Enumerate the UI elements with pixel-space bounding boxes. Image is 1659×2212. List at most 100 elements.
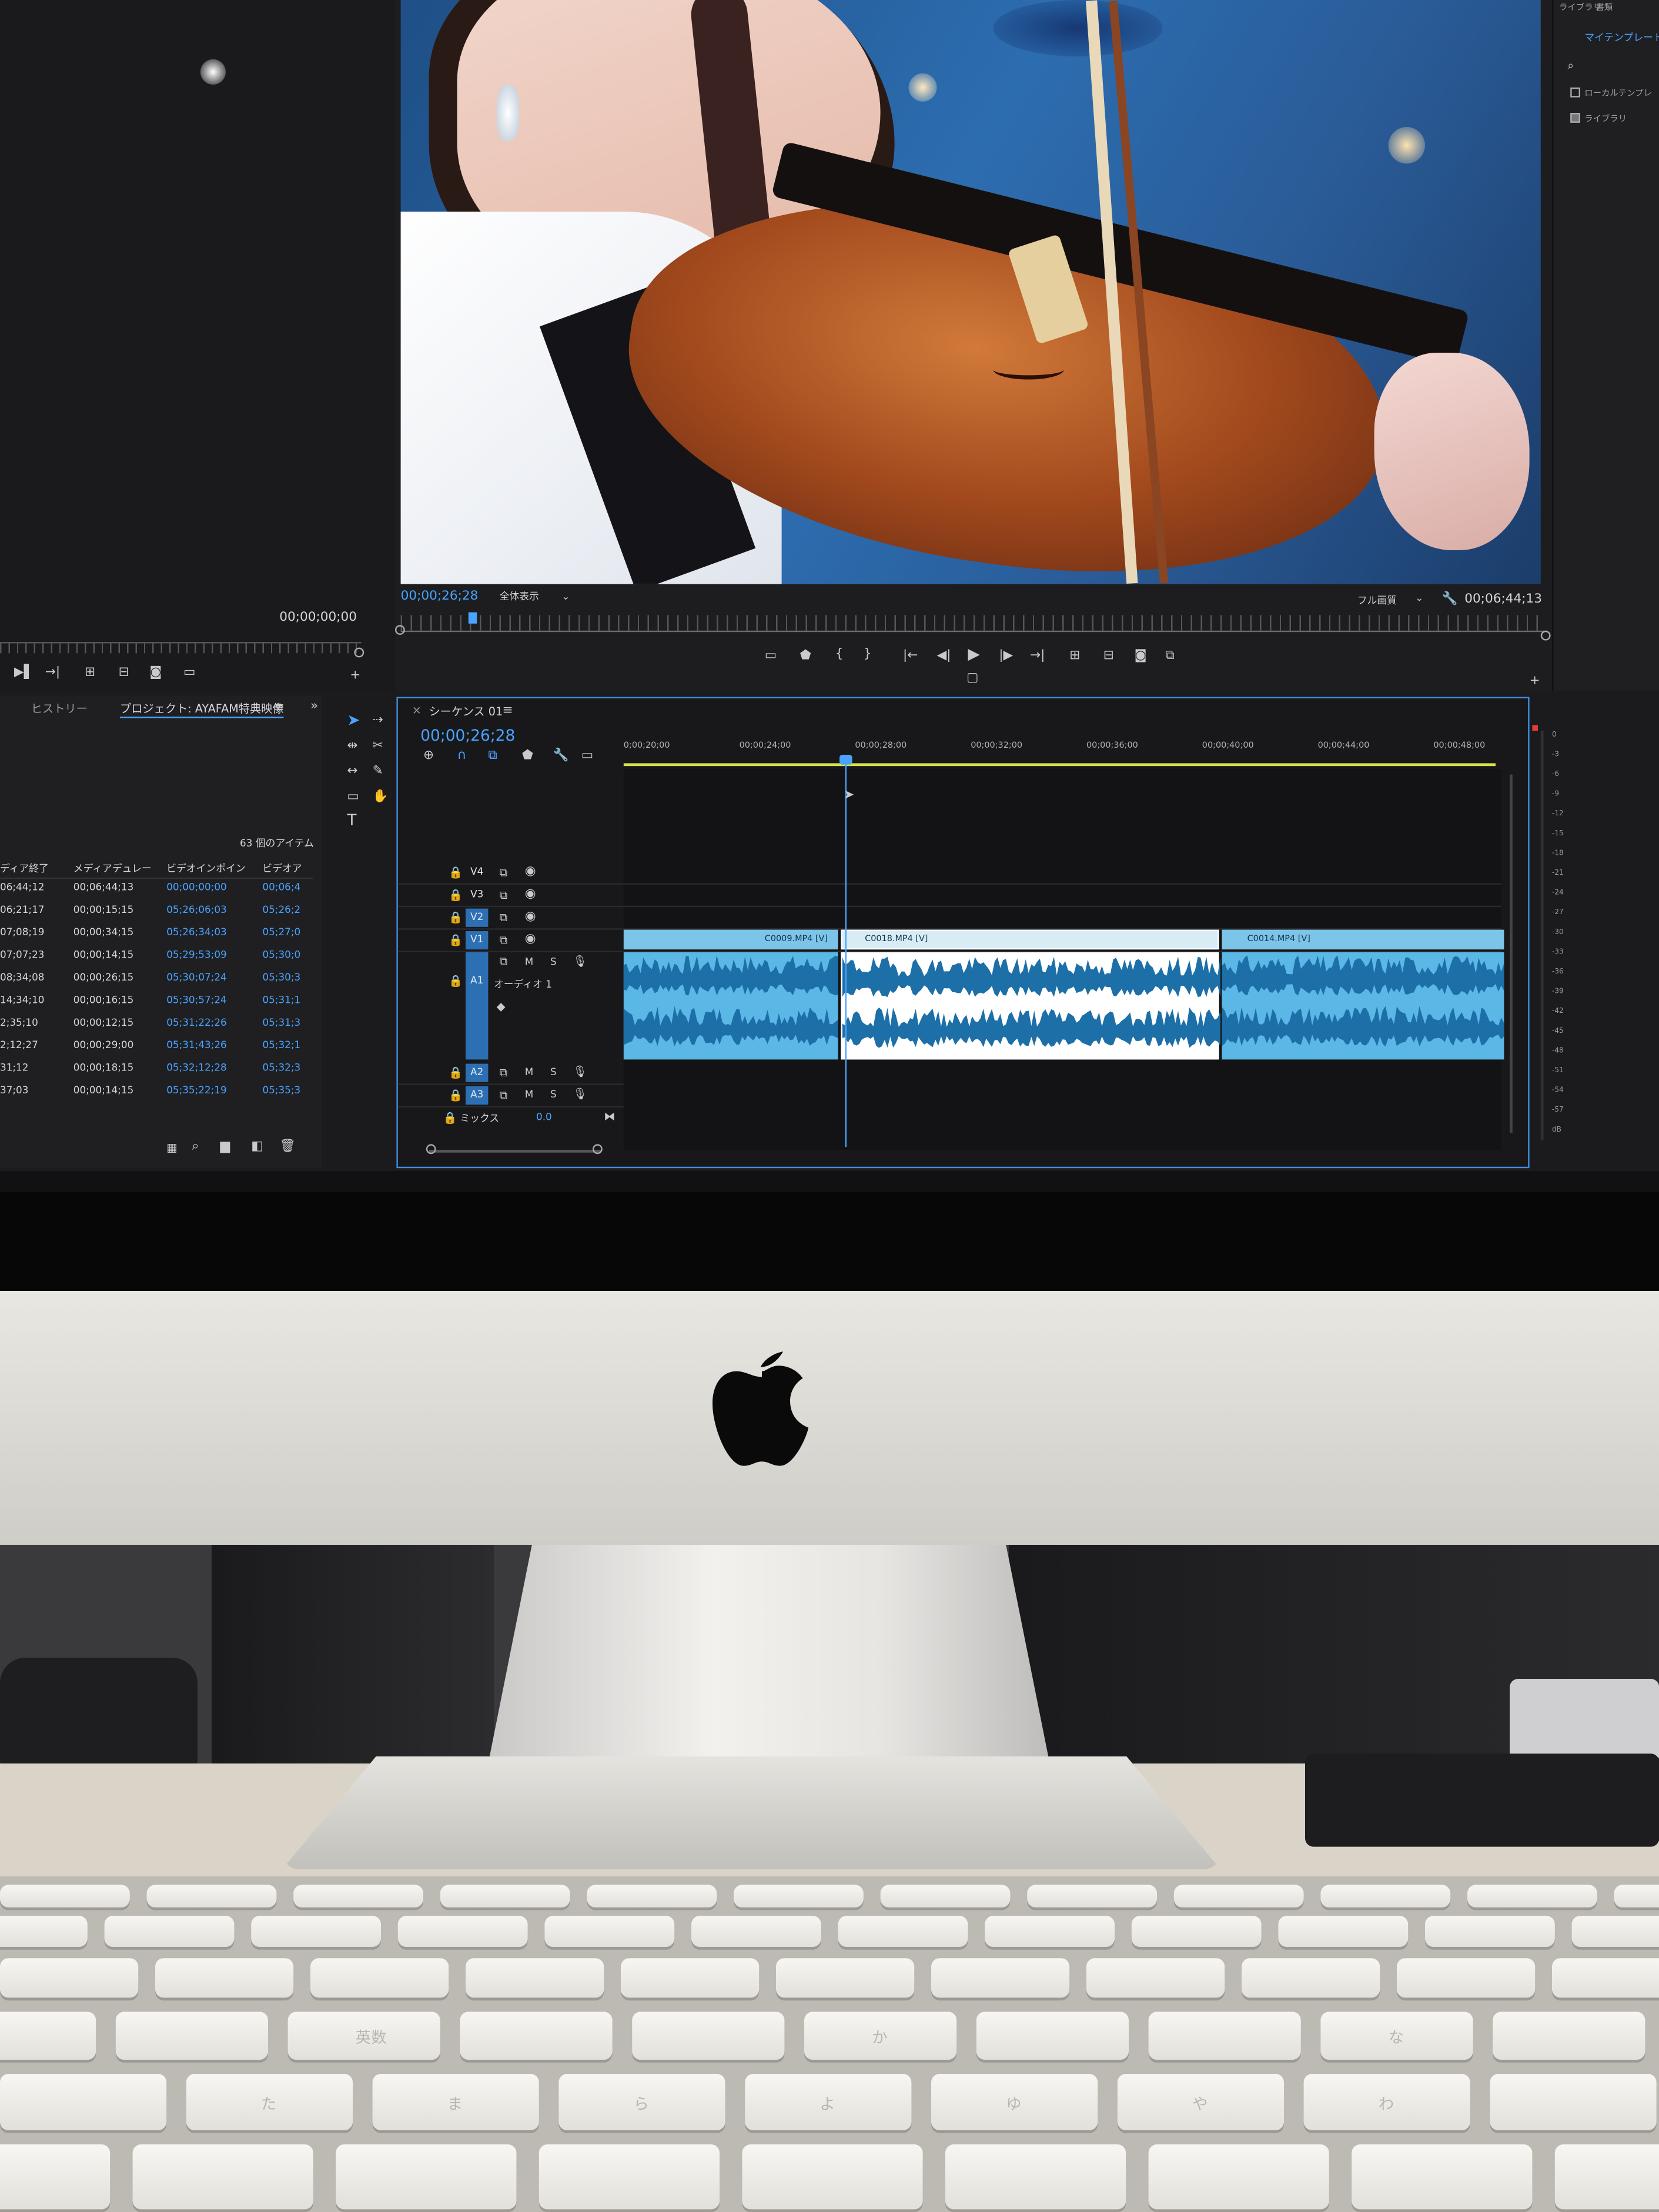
keyframe-icon[interactable]: ◆ [497, 1000, 506, 1013]
track-target[interactable]: A3 [466, 1086, 489, 1105]
table-row[interactable]: 2;12;27 00;00;29;00 05;31;43;26 05;32;1 [0, 1040, 313, 1060]
sync-lock-icon[interactable]: ⧉ [500, 889, 508, 903]
audio-clip-selected[interactable] [841, 952, 1220, 1060]
overwrite-icon[interactable]: ⊟ [119, 666, 129, 680]
table-row[interactable]: 07;08;19 00;00;34;15 05;26;34;03 05;27;0 [0, 927, 313, 947]
chevron-down-icon[interactable]: ⌄ [1415, 591, 1423, 605]
eye-icon[interactable]: ◉ [525, 932, 536, 946]
slip-tool-icon[interactable]: ↔ [347, 765, 357, 779]
zoom-handle-left[interactable] [426, 1144, 436, 1154]
project-tab[interactable]: プロジェクト: AYAFAM特典映像 [120, 701, 284, 718]
table-row[interactable]: 14;34;10 00;00;16;15 05;30;57;24 05;31;1 [0, 995, 313, 1015]
step-back-icon[interactable]: ◀| [937, 649, 951, 663]
button-editor-icon[interactable]: ▭ [183, 666, 195, 680]
sync-lock-icon[interactable]: ⧉ [500, 934, 508, 948]
eye-icon[interactable]: ◉ [525, 865, 536, 879]
track-select-icon[interactable]: ⇢ [373, 714, 383, 728]
lock-icon[interactable]: 🔒 [449, 889, 463, 902]
video-track-header[interactable]: 🔒 V1 ⧉ ◉ [397, 930, 624, 953]
export-frame-icon[interactable]: ◙ [1135, 649, 1147, 663]
rectangle-tool-icon[interactable]: ▭ [347, 790, 359, 804]
search-icon[interactable]: ⌕ [192, 1140, 199, 1154]
video-clip[interactable]: C0009.MP4 [V] [623, 929, 838, 950]
table-row[interactable]: 2;35;10 00;00;12;15 05;31;22;26 05;31;3 [0, 1017, 313, 1037]
play-icon[interactable]: ▶ [968, 646, 979, 662]
trash-icon[interactable]: 🗑 [279, 1140, 295, 1154]
mute-button[interactable]: M [525, 956, 534, 968]
solo-button[interactable]: S [550, 956, 557, 968]
microphone-icon[interactable]: 🎙 [573, 1065, 587, 1078]
lock-icon[interactable]: 🔒 [449, 934, 463, 947]
mix-track-header[interactable]: 🔒 ミックス 0.0 ⧓ [398, 1107, 624, 1130]
add-button-icon[interactable]: + [350, 669, 360, 683]
source-scrubber[interactable] [0, 642, 362, 654]
local-template-checkbox[interactable] [1570, 87, 1580, 98]
column-header[interactable]: メディアデュレー [73, 862, 152, 876]
timeline-playhead[interactable] [845, 755, 847, 1147]
video-track-header[interactable]: 🔒 V4 ⧉ ◉ [397, 862, 624, 885]
timeline-zoom-scroll[interactable] [429, 1150, 601, 1153]
program-timeruler[interactable] [400, 615, 1547, 633]
go-to-end-icon[interactable]: ⧓ [604, 1110, 615, 1123]
documents-tab[interactable]: 書類 [1596, 0, 1613, 13]
track-target[interactable]: V2 [466, 908, 489, 927]
program-range-end[interactable] [1540, 630, 1551, 641]
table-row[interactable]: 37;03 00;00;14;15 05;35;22;19 05;35;3 [0, 1085, 313, 1105]
audio-clip[interactable] [623, 952, 838, 1060]
column-header[interactable]: ディア終了 [0, 862, 49, 876]
table-row[interactable]: 07;07;23 00;00;14;15 05;29;53;09 05;30;0 [0, 949, 313, 969]
table-row[interactable]: 06;44;12 00;06;44;13 00;00;00;00 00;06;4 [0, 882, 313, 902]
eye-icon[interactable]: ◉ [525, 888, 536, 902]
lift-icon[interactable]: ⊞ [1069, 649, 1080, 663]
source-playhead-handle[interactable] [354, 647, 364, 658]
panel-menu-icon[interactable]: ≡ [274, 701, 285, 715]
video-clip[interactable]: C0014.MP4 [V] [1222, 929, 1504, 950]
marker-icon[interactable]: ▭ [765, 649, 777, 663]
sync-lock-icon[interactable]: ⧉ [500, 955, 508, 969]
audio-track-header[interactable]: 🔒 A2 ⧉ M S 🎙 [397, 1062, 624, 1085]
zoom-handle-right[interactable] [593, 1144, 603, 1154]
insert-icon[interactable]: ⊞ [85, 666, 95, 680]
compare-view-icon[interactable]: ⧉ [1165, 649, 1174, 663]
go-to-out-icon[interactable]: →| [45, 666, 60, 680]
playhead-handle[interactable] [839, 755, 852, 765]
lock-icon[interactable]: 🔒 [449, 1089, 463, 1102]
program-range-start[interactable] [395, 625, 405, 635]
track-target[interactable]: A1 [466, 952, 489, 1060]
audio-track-header[interactable]: 🔒 A3 ⧉ M S 🎙 [397, 1085, 624, 1108]
wrench-icon[interactable]: 🔧 [1442, 593, 1458, 607]
sync-lock-icon[interactable]: ⧉ [500, 1066, 508, 1080]
program-current-timecode[interactable]: 00;00;26;28 [401, 590, 479, 604]
video-track-header[interactable]: 🔒 V3 ⧉ ◉ [397, 885, 624, 908]
mark-out-icon[interactable]: } [864, 648, 872, 662]
libraries-tab[interactable]: ライブラリ [1559, 0, 1601, 13]
extract-icon[interactable]: ⊟ [1103, 649, 1114, 663]
search-icon[interactable]: ⌕ [1567, 59, 1574, 73]
column-header[interactable]: ビデオア [262, 862, 302, 876]
go-to-out-icon[interactable]: →| [1030, 649, 1045, 663]
microphone-icon[interactable]: 🎙 [573, 955, 587, 968]
step-forward-icon[interactable]: |▶ [999, 649, 1013, 663]
lock-icon[interactable]: 🔒 [449, 975, 463, 988]
video-track-header[interactable]: 🔒 V2 ⧉ ◉ [397, 907, 624, 930]
mute-button[interactable]: M [525, 1089, 534, 1100]
program-quality-select[interactable]: フル画質 [1357, 594, 1397, 608]
add-button-icon[interactable]: + [1530, 674, 1540, 688]
program-playhead[interactable] [468, 612, 477, 624]
selection-tool-icon[interactable]: ➤ [347, 712, 360, 728]
ripple-edit-icon[interactable]: ⇹ [347, 739, 357, 754]
track-target[interactable]: A2 [466, 1063, 489, 1082]
template-search-label[interactable]: マイテンプレート [1584, 31, 1659, 45]
lock-icon[interactable]: 🔒 [443, 1112, 457, 1125]
microphone-icon[interactable]: 🎙 [573, 1087, 587, 1100]
mute-button[interactable]: M [525, 1066, 534, 1077]
export-frame-icon[interactable]: ◙ [149, 666, 162, 680]
vertical-scroll[interactable] [1510, 774, 1513, 1133]
expand-panels-icon[interactable]: » [310, 700, 318, 714]
razor-tool-icon[interactable]: ✂ [373, 739, 383, 754]
hand-tool-icon[interactable]: ✋ [373, 790, 389, 804]
video-clip[interactable]: C0018.MP4 [V] [841, 929, 1219, 950]
solo-button[interactable]: S [550, 1066, 557, 1077]
column-header[interactable]: ビデオインポイン [166, 862, 245, 876]
mark-in-icon[interactable]: { [835, 648, 844, 662]
